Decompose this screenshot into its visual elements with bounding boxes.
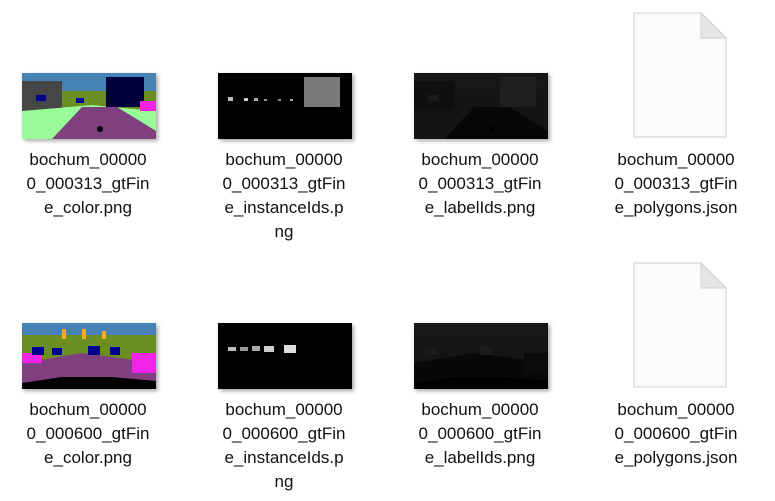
file-item[interactable]: bochum_00000 0_000600_gtFin e_polygons.j… bbox=[588, 250, 764, 467]
file-thumbnail bbox=[392, 0, 568, 140]
color-segmentation-thumbnail-icon bbox=[22, 73, 156, 139]
file-item[interactable]: bochum_00000 0_000313_gtFin e_labelIds.p… bbox=[392, 0, 568, 217]
file-item[interactable]: bochum_00000 0_000600_gtFin e_color.png bbox=[0, 250, 176, 467]
label-ids-thumbnail-icon bbox=[414, 323, 548, 389]
file-name-line: bochum_00000 bbox=[225, 150, 343, 169]
file-name-line: 0_000600_gtFin bbox=[614, 424, 738, 443]
file-name-line: bochum_00000 bbox=[421, 400, 539, 419]
blank-document-icon bbox=[633, 262, 727, 388]
file-name-line: e_instanceIds.p bbox=[224, 448, 344, 467]
file-name-line: e_polygons.json bbox=[614, 448, 738, 467]
file-name-line: bochum_00000 bbox=[421, 150, 539, 169]
file-name-line: e_instanceIds.p bbox=[224, 198, 344, 217]
file-name: bochum_00000 0_000313_gtFin e_labelIds.p… bbox=[392, 148, 568, 220]
file-thumbnail bbox=[196, 0, 372, 140]
file-item[interactable]: bochum_00000 0_000600_gtFin e_instanceId… bbox=[196, 250, 372, 491]
file-grid: bochum_00000 0_000313_gtFin e_color.png bbox=[0, 0, 775, 501]
file-name-line: bochum_00000 bbox=[29, 150, 147, 169]
file-item[interactable]: bochum_00000 0_000600_gtFin e_labelIds.p… bbox=[392, 250, 568, 467]
file-name-line: ng bbox=[274, 472, 294, 491]
color-segmentation-thumbnail-icon bbox=[22, 323, 156, 389]
file-name-line: bochum_00000 bbox=[617, 150, 735, 169]
file-name-line: bochum_00000 bbox=[225, 400, 343, 419]
file-thumbnail bbox=[588, 0, 764, 140]
file-name-line: 0_000313_gtFin bbox=[418, 174, 542, 193]
file-item[interactable]: bochum_00000 0_000313_gtFin e_color.png bbox=[0, 0, 176, 217]
blank-document-icon bbox=[633, 12, 727, 138]
file-name: bochum_00000 0_000600_gtFin e_color.png bbox=[0, 398, 176, 470]
file-name-line: e_color.png bbox=[44, 198, 132, 217]
label-ids-thumbnail-icon bbox=[414, 73, 548, 139]
file-item[interactable]: bochum_00000 0_000313_gtFin e_instanceId… bbox=[196, 0, 372, 241]
file-name-line: 0_000600_gtFin bbox=[222, 424, 346, 443]
file-name-line: bochum_00000 bbox=[29, 400, 147, 419]
file-name: bochum_00000 0_000313_gtFin e_color.png bbox=[0, 148, 176, 220]
file-thumbnail bbox=[0, 250, 176, 390]
file-thumbnail bbox=[392, 250, 568, 390]
file-name-line: bochum_00000 bbox=[617, 400, 735, 419]
file-thumbnail bbox=[0, 0, 176, 140]
file-thumbnail bbox=[196, 250, 372, 390]
file-name-line: 0_000600_gtFin bbox=[418, 424, 542, 443]
file-name-line: 0_000313_gtFin bbox=[614, 174, 738, 193]
file-name-line: e_polygons.json bbox=[614, 198, 738, 217]
file-thumbnail bbox=[588, 250, 764, 390]
file-name: bochum_00000 0_000600_gtFin e_polygons.j… bbox=[588, 398, 764, 470]
file-name-line: ng bbox=[274, 222, 294, 241]
file-name-line: e_color.png bbox=[44, 448, 132, 467]
instance-ids-thumbnail-icon bbox=[218, 73, 352, 139]
file-name-line: 0_000313_gtFin bbox=[222, 174, 346, 193]
file-name-line: 0_000600_gtFin bbox=[26, 424, 150, 443]
file-name: bochum_00000 0_000313_gtFin e_instanceId… bbox=[196, 148, 372, 244]
file-name: bochum_00000 0_000600_gtFin e_labelIds.p… bbox=[392, 398, 568, 470]
instance-ids-thumbnail-icon bbox=[218, 323, 352, 389]
file-name-line: e_labelIds.png bbox=[424, 448, 536, 467]
file-name: bochum_00000 0_000600_gtFin e_instanceId… bbox=[196, 398, 372, 494]
file-name-line: 0_000313_gtFin bbox=[26, 174, 150, 193]
file-name: bochum_00000 0_000313_gtFin e_polygons.j… bbox=[588, 148, 764, 220]
file-name-line: e_labelIds.png bbox=[424, 198, 536, 217]
file-item[interactable]: bochum_00000 0_000313_gtFin e_polygons.j… bbox=[588, 0, 764, 217]
